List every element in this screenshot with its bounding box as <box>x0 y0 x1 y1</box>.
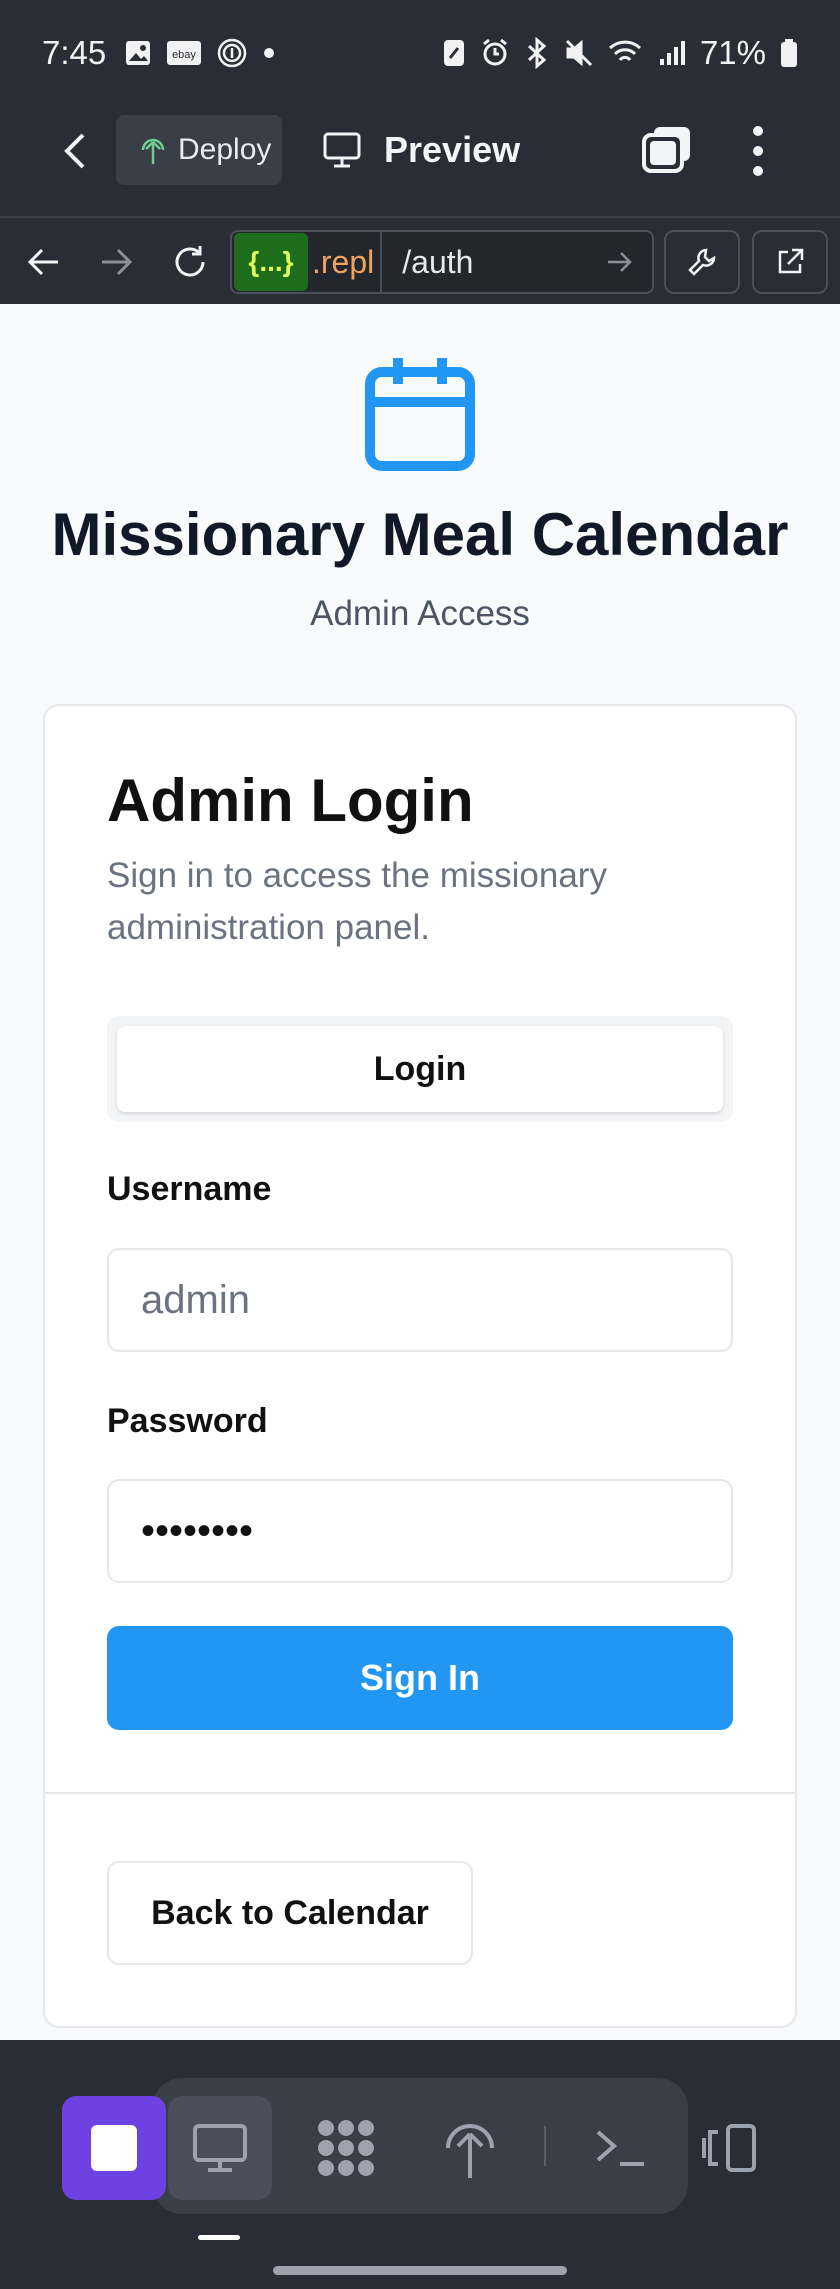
grid-dots-icon <box>318 2120 374 2176</box>
active-indicator <box>198 2235 240 2240</box>
card-description: Sign in to access the missionary adminis… <box>107 856 607 947</box>
wifi-icon <box>608 40 641 62</box>
bottom-toolbar <box>0 2040 840 2289</box>
gesture-bar <box>273 2266 567 2275</box>
device-view-button[interactable] <box>676 2096 780 2200</box>
dock-separator <box>544 2126 546 2166</box>
preview-tab[interactable]: Preview <box>322 115 520 185</box>
card-title: Admin Login <box>107 767 474 834</box>
stop-button[interactable] <box>62 2096 166 2200</box>
nfc-icon <box>443 40 464 66</box>
url-separator <box>380 231 383 293</box>
username-input[interactable] <box>107 1248 733 1352</box>
devtools-button[interactable] <box>664 230 740 294</box>
deploy-label: Deploy <box>178 133 272 166</box>
deploy-tab[interactable]: Deploy <box>116 115 282 185</box>
battery-icon <box>781 39 797 67</box>
external-link-icon <box>778 248 804 274</box>
page-title: Missionary Meal Calendar <box>51 501 789 568</box>
login-card: Admin Login Sign in to access the missio… <box>43 704 797 2028</box>
signal-icon <box>659 41 685 65</box>
reload-icon[interactable] <box>170 242 210 282</box>
deployments-tool-button[interactable] <box>418 2096 522 2200</box>
stop-icon <box>91 2125 137 2171</box>
calendar-icon <box>365 358 475 471</box>
back-to-calendar-button[interactable]: Back to Calendar <box>107 1861 473 1965</box>
ebay-icon: ebay <box>167 41 202 65</box>
bluetooth-icon <box>527 37 547 69</box>
back-chevron-icon[interactable] <box>55 121 95 181</box>
sign-in-button[interactable]: Sign In <box>107 1626 733 1730</box>
forward-arrow-icon[interactable] <box>96 242 136 282</box>
alarm-icon <box>483 38 507 66</box>
deploy-icon <box>446 2124 494 2178</box>
browser-toolbar: {...} .repl /auth <box>0 216 840 304</box>
app-header: Deploy Preview <box>0 83 840 216</box>
page-subtitle: Admin Access <box>310 594 530 633</box>
monitor-icon <box>323 132 361 168</box>
url-bar[interactable]: {...} .repl /auth <box>230 230 654 294</box>
dot-icon <box>264 48 275 58</box>
card-divider <box>45 1792 795 1794</box>
open-external-button[interactable] <box>752 230 828 294</box>
shell-tool-button[interactable] <box>568 2096 672 2200</box>
fingerprint-icon <box>217 38 247 68</box>
webview-tool-button[interactable] <box>168 2096 272 2200</box>
auth-tabs: Login <box>107 1016 733 1122</box>
image-icon <box>126 41 151 65</box>
tabs-icon[interactable] <box>640 123 696 175</box>
terminal-icon <box>596 2130 644 2166</box>
replit-logo: {...} <box>234 233 308 291</box>
username-label: Username <box>107 1170 272 1208</box>
tab-login[interactable]: Login <box>117 1026 723 1112</box>
url-path[interactable]: /auth <box>402 244 473 281</box>
clock: 7:45 <box>42 34 107 71</box>
devices-icon <box>702 2124 756 2172</box>
wrench-icon <box>688 248 716 276</box>
back-arrow-icon[interactable] <box>24 242 64 282</box>
monitor-icon <box>193 2124 247 2172</box>
battery-percent: 71% <box>699 34 766 71</box>
go-arrow-icon[interactable] <box>604 247 634 277</box>
url-domain: .repl <box>312 243 375 280</box>
password-input[interactable] <box>107 1479 733 1583</box>
packages-tool-button[interactable] <box>294 2096 398 2200</box>
mute-icon <box>565 39 592 67</box>
page-content: Missionary Meal Calendar Admin Access Ad… <box>0 304 840 2040</box>
password-label: Password <box>107 1402 268 1440</box>
deploy-icon <box>141 138 165 164</box>
more-menu-icon[interactable] <box>748 123 768 179</box>
preview-label: Preview <box>384 129 521 170</box>
svg-text:ebay: ebay <box>172 49 196 61</box>
